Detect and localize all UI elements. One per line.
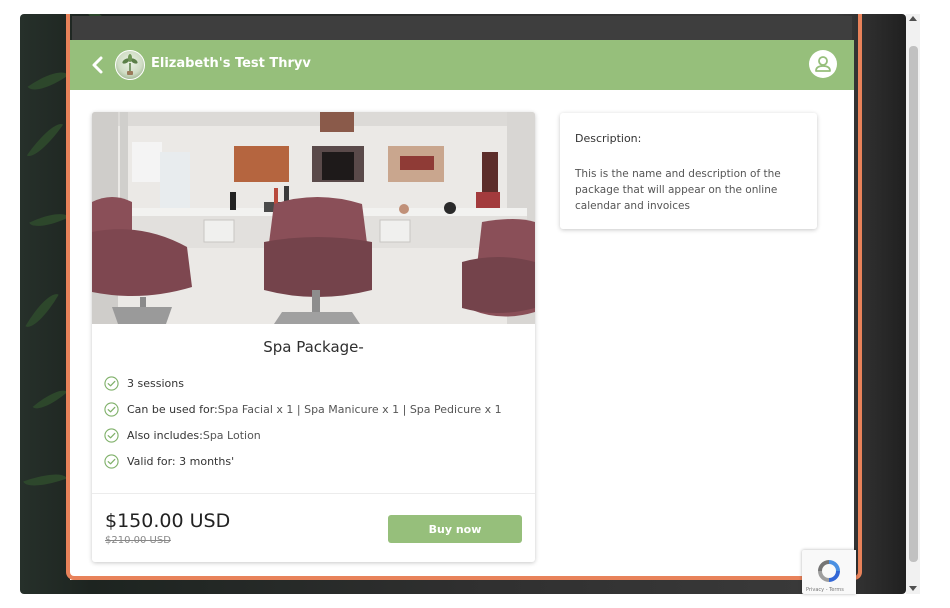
recaptcha-icon xyxy=(818,560,840,582)
business-logo xyxy=(115,50,145,80)
check-circle-icon xyxy=(104,375,119,391)
feature-value: Spa Facial x 1 | Spa Manicure x 1 | Spa … xyxy=(217,402,502,416)
booking-page: Elizabeth's Test Thryv Spa Package- 3 se… xyxy=(70,40,854,580)
overlay-strip xyxy=(72,16,852,40)
scrollbar[interactable] xyxy=(906,14,920,594)
package-card: Spa Package- 3 sessions Can be used for:… xyxy=(92,112,535,562)
feature-item: Valid for: 3 months' xyxy=(104,452,234,470)
feature-label: Can be used for: xyxy=(127,402,218,416)
scroll-thumb[interactable] xyxy=(909,46,918,562)
check-circle-icon xyxy=(104,401,119,417)
original-price: $210.00 USD xyxy=(105,535,171,546)
scroll-up-arrow-icon[interactable] xyxy=(909,16,917,21)
divider xyxy=(92,493,535,494)
description-label: Description: xyxy=(575,132,642,145)
salon-interior-photo xyxy=(92,112,535,324)
scroll-down-arrow-icon[interactable] xyxy=(909,586,917,591)
app-header: Elizabeth's Test Thryv xyxy=(70,40,854,90)
buy-now-button[interactable]: Buy now xyxy=(388,515,522,543)
feature-item: 3 sessions xyxy=(104,374,184,392)
business-name[interactable]: Elizabeth's Test Thryv xyxy=(151,56,311,71)
feature-label: 3 sessions xyxy=(127,376,184,390)
package-price: $150.00 USD xyxy=(105,510,231,532)
description-text: This is the name and description of the … xyxy=(575,168,781,212)
check-circle-icon xyxy=(104,453,119,469)
feature-item: Can be used for: Spa Facial x 1 | Spa Man… xyxy=(104,400,502,418)
package-title: Spa Package- xyxy=(263,338,364,356)
recaptcha-text[interactable]: Privacy - Terms xyxy=(806,587,844,593)
description-card: Description: This is the name and descri… xyxy=(560,113,817,229)
feature-label: Also includes: xyxy=(127,428,203,442)
check-circle-icon xyxy=(104,427,119,443)
chevron-left-icon[interactable] xyxy=(90,55,106,75)
feature-value: Spa Lotion xyxy=(202,428,261,442)
feature-label: Valid for: 3 months' xyxy=(127,454,235,468)
feature-item: Also includes: Spa Lotion xyxy=(104,426,261,444)
recaptcha-badge[interactable]: Privacy - Terms xyxy=(802,550,856,594)
user-icon[interactable] xyxy=(809,50,837,78)
